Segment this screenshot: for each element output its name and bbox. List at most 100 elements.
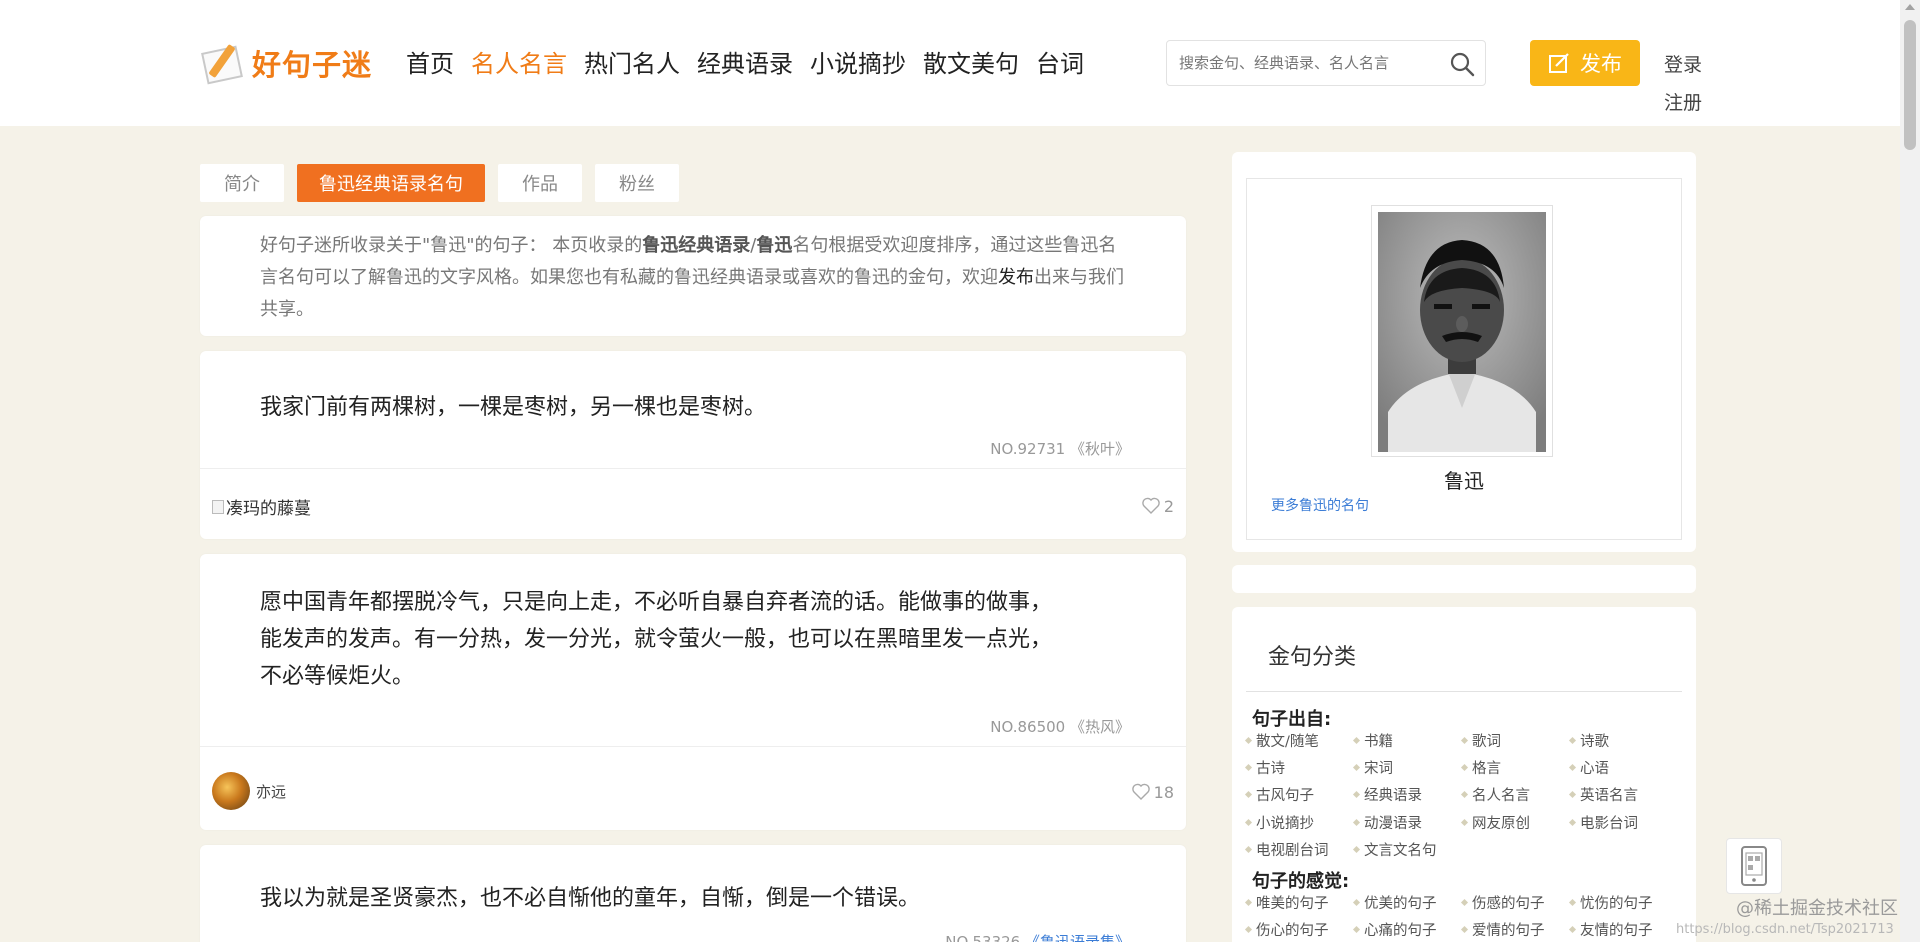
intro-card: 好句子迷所收录关于"鲁迅"的句子： 本页收录的鲁迅经典语录/鲁迅名句根据受欢迎度… — [200, 216, 1186, 336]
category-link[interactable]: 电影台词 — [1568, 811, 1678, 833]
logo-pen-icon — [200, 41, 248, 85]
avatar[interactable] — [212, 772, 250, 810]
site-header: 好句子迷 首页 名人名言 热门名人 经典语录 小说摘抄 散文美句 台词 发布 登… — [0, 0, 1900, 126]
login-link[interactable]: 登录 — [1664, 50, 1702, 77]
quote-card: 我以为就是圣贤豪杰，也不必自惭他的童年，自惭，倒是一个错误。 NO.53326 … — [200, 845, 1186, 942]
user-broken-image[interactable]: 凑玛的藤蔓 — [212, 494, 311, 519]
quote-meta: NO.86500 《热风》 — [990, 716, 1130, 737]
nav-item-classic-quotes[interactable]: 经典语录 — [697, 44, 793, 79]
category-link[interactable]: 忧伤的句子 — [1568, 891, 1678, 913]
register-link[interactable]: 注册 — [1664, 88, 1702, 115]
divider — [200, 468, 1186, 469]
tab-fans[interactable]: 粉丝 — [595, 164, 679, 202]
page-scrollbar[interactable] — [1900, 0, 1920, 942]
category-link[interactable]: 格言 — [1460, 756, 1570, 778]
scroll-thumb[interactable] — [1904, 20, 1916, 150]
quote-text[interactable]: 我以为就是圣贤豪杰，也不必自惭他的童年，自惭，倒是一个错误。 — [260, 880, 1060, 917]
category-link[interactable]: 古风句子 — [1244, 784, 1354, 806]
category-link[interactable]: 优美的句子 — [1352, 891, 1462, 913]
profile-frame: 鲁迅 更多鲁迅的名句 — [1246, 178, 1682, 540]
category-link[interactable]: 文言文名句 — [1352, 839, 1462, 861]
watermark-url: https://blog.csdn.net/Tsp2021713 — [1676, 922, 1894, 937]
category-link[interactable]: 歌词 — [1460, 729, 1570, 751]
tab-quotes[interactable]: 鲁迅经典语录名句 — [297, 164, 485, 202]
author-profile-card: 鲁迅 更多鲁迅的名句 — [1232, 152, 1696, 552]
category-link[interactable]: 爱情的句子 — [1460, 918, 1570, 940]
user-name[interactable]: 亦远 — [256, 781, 286, 802]
quote-meta: NO.92731 《秋叶》 — [990, 438, 1130, 459]
portrait-frame[interactable] — [1371, 205, 1553, 457]
quote-source[interactable]: 《热风》 — [1070, 718, 1130, 736]
heart-icon — [1142, 497, 1160, 514]
quote-text[interactable]: 愿中国青年都摆脱冷气，只是向上走，不必听自暴自弃者流的话。能做事的做事，能发声的… — [260, 584, 1060, 695]
quote-number: NO.53326 — [945, 933, 1021, 942]
nav-item-prose[interactable]: 散文美句 — [923, 44, 1019, 79]
watermark-brand: @稀土掘金技术社区 — [1736, 898, 1898, 919]
category-link[interactable]: 电视剧台词 — [1244, 839, 1354, 861]
nav-item-home[interactable]: 首页 — [406, 44, 454, 79]
nav-item-popular-people[interactable]: 热门名人 — [584, 44, 680, 79]
nav-item-novel-excerpts[interactable]: 小说摘抄 — [810, 44, 906, 79]
like-button[interactable]: 2 — [1141, 496, 1174, 516]
like-count: 18 — [1153, 782, 1174, 802]
category-link[interactable]: 动漫语录 — [1352, 811, 1462, 833]
category-group-title: 句子出自: — [1252, 709, 1332, 730]
category-link[interactable]: 古诗 — [1244, 756, 1354, 778]
quote-card: 愿中国青年都摆脱冷气，只是向上走，不必听自暴自弃者流的话。能做事的做事，能发声的… — [200, 554, 1186, 830]
search-input[interactable] — [1179, 49, 1429, 77]
category-group-title: 句子的感觉: — [1252, 871, 1350, 892]
search-icon[interactable] — [1449, 51, 1475, 77]
nav-item-famous-quotes[interactable]: 名人名言 — [471, 44, 567, 79]
more-quotes-link[interactable]: 更多鲁迅的名句 — [1271, 495, 1369, 515]
intro-bold-keyword: 鲁迅经典语录 — [642, 235, 751, 256]
category-link[interactable]: 诗歌 — [1568, 729, 1678, 751]
category-link[interactable]: 英语名言 — [1568, 784, 1678, 806]
divider — [200, 746, 1186, 747]
category-link[interactable]: 唯美的句子 — [1244, 891, 1354, 913]
author-tabs: 简介 鲁迅经典语录名句 作品 粉丝 — [200, 164, 692, 202]
quote-number: NO.92731 — [990, 440, 1066, 458]
divider — [1246, 691, 1682, 692]
category-link[interactable]: 伤感的句子 — [1460, 891, 1570, 913]
main-nav: 首页 名人名言 热门名人 经典语录 小说摘抄 散文美句 台词 — [406, 44, 1101, 79]
category-link[interactable]: 伤心的句子 — [1244, 918, 1354, 940]
category-grid-feeling: 唯美的句子 优美的句子 伤感的句子 忧伤的句子 伤心的句子 心痛的句子 爱情的句… — [1244, 891, 1686, 941]
category-link[interactable]: 网友原创 — [1460, 811, 1570, 833]
category-link[interactable]: 散文/随笔 — [1244, 729, 1354, 751]
quote-source[interactable]: 《鲁迅语录集》 — [1025, 933, 1130, 942]
quote-number: NO.86500 — [990, 718, 1066, 736]
site-logo[interactable]: 好句子迷 — [200, 38, 372, 88]
mobile-qr-button[interactable] — [1726, 838, 1782, 894]
broken-image-icon — [212, 499, 224, 514]
search-box — [1166, 40, 1486, 86]
category-link[interactable]: 经典语录 — [1352, 784, 1462, 806]
category-link[interactable]: 友情的句子 — [1568, 918, 1678, 940]
category-link[interactable]: 心痛的句子 — [1352, 918, 1462, 940]
nav-item-lines[interactable]: 台词 — [1036, 44, 1084, 79]
category-link[interactable]: 宋词 — [1352, 756, 1462, 778]
category-link[interactable]: 书籍 — [1352, 729, 1462, 751]
category-grid-source: 散文/随笔 书籍 歌词 诗歌 古诗 宋词 格言 心语 古风句子 经典语录 名人名… — [1244, 729, 1686, 861]
like-count: 2 — [1163, 496, 1174, 516]
user-info[interactable]: 凑玛的藤蔓 — [212, 494, 311, 519]
quote-source[interactable]: 《秋叶》 — [1070, 440, 1130, 458]
category-link[interactable]: 心语 — [1568, 756, 1678, 778]
intro-publish-link[interactable]: 发布 — [998, 267, 1034, 288]
empty-card — [1232, 565, 1696, 593]
author-name[interactable]: 鲁迅 — [1247, 465, 1681, 494]
category-link[interactable]: 小说摘抄 — [1244, 811, 1354, 833]
logo-text: 好句子迷 — [252, 48, 373, 82]
intro-bold-author: 鲁迅 — [756, 235, 793, 256]
tab-works[interactable]: 作品 — [498, 164, 582, 202]
quote-text[interactable]: 我家门前有两棵树，一棵是枣树，另一棵也是枣树。 — [260, 389, 1060, 426]
like-button[interactable]: 18 — [1131, 782, 1174, 802]
tab-intro[interactable]: 简介 — [200, 164, 284, 202]
author-portrait — [1378, 212, 1546, 452]
category-link[interactable]: 名人名言 — [1460, 784, 1570, 806]
heart-icon — [1131, 783, 1150, 800]
scroll-up-arrow-icon[interactable] — [1905, 4, 1915, 10]
categories-card: 金句分类 句子出自: 散文/随笔 书籍 歌词 诗歌 古诗 宋词 格言 心语 古风… — [1232, 607, 1696, 942]
user-info[interactable]: 亦远 — [212, 772, 286, 810]
quote-meta: NO.53326 《鲁迅语录集》 — [945, 931, 1130, 942]
publish-button[interactable]: 发布 — [1530, 40, 1640, 86]
